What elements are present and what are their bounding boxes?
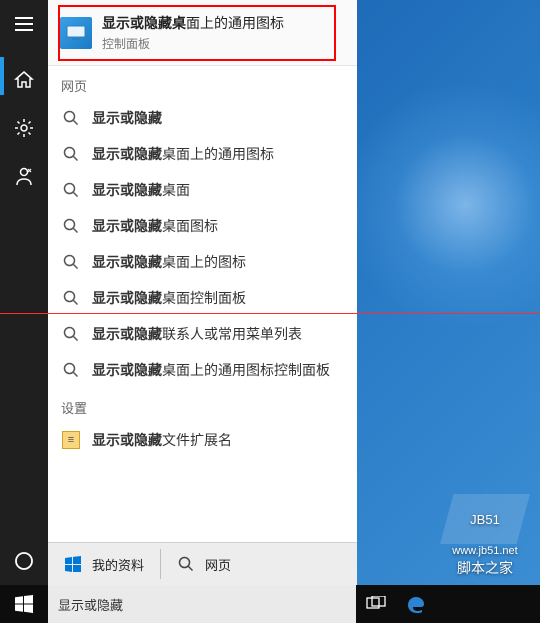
taskbar-right: [356, 585, 540, 623]
best-match-subtitle: 控制面板: [102, 35, 284, 52]
filter-my-stuff[interactable]: 我的资料: [48, 543, 160, 585]
search-icon: [63, 254, 79, 270]
settings-result-0[interactable]: ≡ 显示或隐藏文件扩展名: [48, 422, 357, 458]
watermark-url: www.jb51.net: [452, 545, 517, 557]
rail-active-indicator: [0, 57, 4, 95]
start-button[interactable]: [0, 585, 48, 623]
search-icon: [63, 362, 79, 378]
home-icon: [14, 70, 34, 90]
filter-web[interactable]: 网页: [161, 543, 247, 585]
web-result-5[interactable]: 显示或隐藏桌面控制面板: [48, 280, 357, 316]
person-icon: [14, 166, 34, 186]
windows-icon: [15, 595, 33, 613]
windows-icon: [64, 555, 82, 573]
search-results-panel: 显示或隐藏桌面上的通用图标 控制面板 网页 显示或隐藏 显示或隐藏桌面上的通用图…: [48, 0, 357, 585]
best-match-item[interactable]: 显示或隐藏桌面上的通用图标 控制面板: [48, 0, 357, 66]
web-result-4[interactable]: 显示或隐藏桌面上的图标: [48, 244, 357, 280]
filter-my-stuff-label: 我的资料: [92, 555, 144, 574]
gear-icon: [14, 118, 34, 138]
cortana-button[interactable]: [0, 537, 48, 585]
feedback-button[interactable]: [0, 152, 48, 200]
web-result-1[interactable]: 显示或隐藏桌面上的通用图标: [48, 136, 357, 172]
best-match-rest: 面上的通用图标: [186, 15, 284, 31]
web-result-2[interactable]: 显示或隐藏桌面: [48, 172, 357, 208]
section-header-settings: 设置: [48, 388, 357, 422]
annotation-divider: [0, 313, 540, 314]
edge-button[interactable]: [396, 585, 436, 623]
search-icon: [63, 146, 79, 162]
settings-rail-button[interactable]: [0, 104, 48, 152]
section-header-web: 网页: [48, 66, 357, 100]
start-left-rail: [0, 0, 48, 623]
control-panel-icon: [60, 17, 92, 49]
web-result-3[interactable]: 显示或隐藏桌面图标: [48, 208, 357, 244]
task-view-button[interactable]: [356, 585, 396, 623]
search-icon: [177, 555, 195, 573]
search-input[interactable]: [48, 585, 356, 623]
search-icon: [63, 218, 79, 234]
hamburger-icon: [15, 17, 33, 31]
search-icon: [63, 290, 79, 306]
best-match-bold: 显示或隐藏桌: [102, 15, 186, 31]
watermark-logo: JB51: [440, 494, 530, 544]
edge-icon: [406, 594, 426, 614]
watermark-cn: 脚本之家: [457, 558, 513, 578]
hamburger-button[interactable]: [0, 0, 48, 48]
watermark: JB51 www.jb51.net 脚本之家: [440, 494, 530, 578]
filter-bar: 我的资料 网页: [48, 542, 357, 585]
web-result-0[interactable]: 显示或隐藏: [48, 100, 357, 136]
web-result-7[interactable]: 显示或隐藏桌面上的通用图标控制面板: [48, 352, 357, 388]
best-match-text: 显示或隐藏桌面上的通用图标 控制面板: [102, 13, 284, 52]
task-view-icon: [366, 596, 386, 612]
search-icon: [63, 110, 79, 126]
folder-options-icon: ≡: [62, 431, 80, 449]
search-icon: [63, 326, 79, 342]
search-icon: [63, 182, 79, 198]
home-button[interactable]: [0, 56, 48, 104]
cortana-icon: [14, 551, 34, 571]
filter-web-label: 网页: [205, 555, 231, 574]
web-result-6[interactable]: 显示或隐藏联系人或常用菜单列表: [48, 316, 357, 352]
